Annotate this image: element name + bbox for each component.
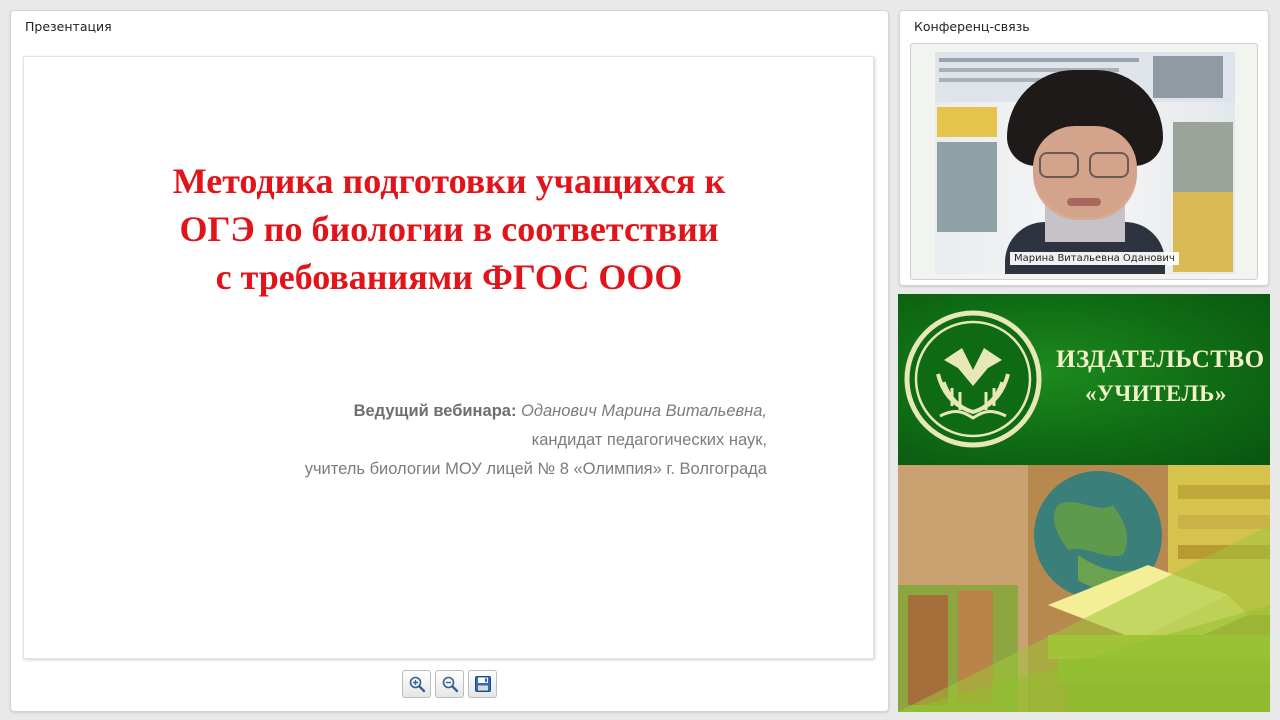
conference-panel-title: Конференц-связь — [914, 19, 1030, 34]
slide-title-line: Методика подготовки учащихся к — [172, 161, 726, 201]
publisher-logo-icon — [904, 310, 1042, 448]
save-icon — [474, 676, 491, 692]
zoom-out-button[interactable] — [435, 670, 464, 698]
person-glasses-left — [1039, 152, 1079, 178]
publisher-banner-header: ИЗДАТЕЛЬСТВО «УЧИТЕЛЬ» — [898, 294, 1270, 465]
zoom-in-icon — [409, 676, 425, 693]
video-frame — [935, 52, 1235, 274]
person-mouth — [1067, 198, 1101, 206]
zoom-out-icon — [442, 676, 458, 693]
presentation-panel-title: Презентация — [25, 19, 112, 34]
video-background-photo — [1173, 122, 1233, 192]
host-row: Ведущий вебинара: Оданович Марина Виталь… — [305, 397, 767, 426]
video-background-yellow — [1173, 192, 1233, 272]
publisher-name-line1: ИЗДАТЕЛЬСТВО — [1056, 346, 1265, 373]
host-name: Оданович Марина Витальевна, — [521, 402, 767, 420]
participant-name: Марина Витальевна Оданович — [1010, 252, 1179, 265]
publisher-banner-image — [898, 465, 1270, 712]
video-background-line — [939, 58, 1139, 62]
host-degree: кандидат педагогических наук, — [531, 431, 767, 449]
slide-toolbar — [402, 670, 497, 698]
presentation-slide: Методика подготовки учащихся к ОГЭ по би… — [23, 56, 874, 659]
conference-panel: Конференц-связь Марина Витальевна Оданов… — [899, 10, 1269, 286]
slide-title-line: ОГЭ по биологии в соответствии — [179, 209, 719, 249]
host-label: Ведущий вебинара: — [353, 402, 517, 420]
presentation-panel: Презентация Методика подготовки учащихся… — [10, 10, 889, 712]
zoom-in-button[interactable] — [402, 670, 431, 698]
webcam-video[interactable]: Марина Витальевна Оданович — [910, 43, 1258, 280]
save-button[interactable] — [468, 670, 497, 698]
slide-host-info: Ведущий вебинара: Оданович Марина Виталь… — [305, 397, 767, 484]
books-globe-illustration — [898, 465, 1270, 712]
video-background-photo — [937, 142, 997, 232]
host-position: учитель биологии МОУ лицей № 8 «Олимпия»… — [304, 460, 767, 478]
publisher-banner: ИЗДАТЕЛЬСТВО «УЧИТЕЛЬ» — [898, 294, 1270, 712]
slide-title: Методика подготовки учащихся к ОГЭ по би… — [64, 157, 834, 301]
video-background-yellow — [937, 107, 997, 137]
video-background-photo — [1153, 56, 1223, 98]
slide-title-line: с требованиями ФГОС ООО — [215, 257, 683, 297]
publisher-name-line2: «УЧИТЕЛЬ» — [1085, 381, 1227, 406]
person-glasses-right — [1089, 152, 1129, 178]
